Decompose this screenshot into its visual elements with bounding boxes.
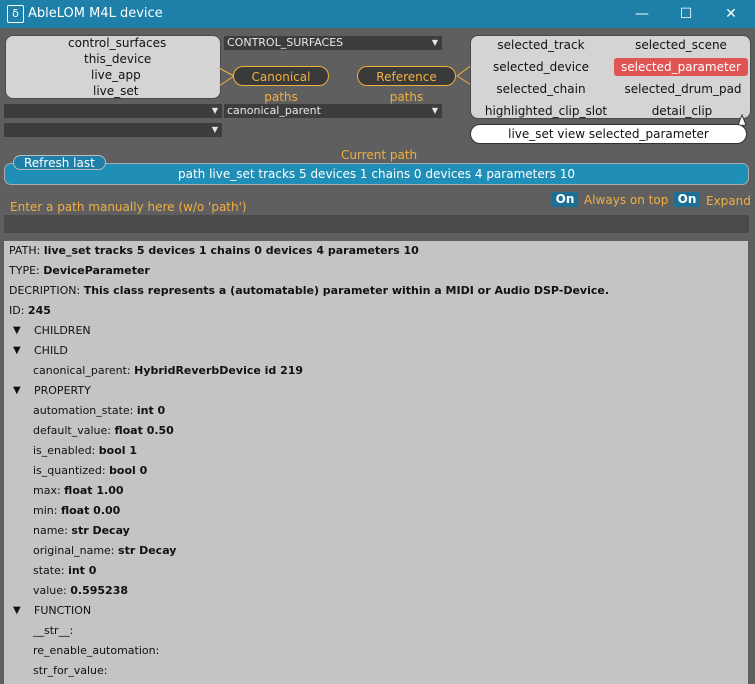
ref-selected-parameter[interactable]: selected_parameter <box>614 58 748 76</box>
section-property[interactable]: PROPERTY <box>34 384 91 397</box>
property-row[interactable]: is_enabled: bool 1 <box>33 444 137 457</box>
reference-paths-label: Reference paths <box>357 66 456 104</box>
info-description: DECRIPTION: This class represents a (aut… <box>9 284 610 297</box>
root-live-app[interactable]: live_app <box>91 68 141 82</box>
root-control-surfaces[interactable]: control_surfaces <box>68 36 166 50</box>
chevron-down-icon: ▼ <box>211 125 218 134</box>
chevron-down-icon: ▼ <box>431 38 438 47</box>
current-path-bar[interactable]: path live_set tracks 5 devices 1 chains … <box>4 163 749 185</box>
property-row[interactable]: original_name: str Decay <box>33 544 176 557</box>
section-children[interactable]: CHILDREN <box>34 324 91 337</box>
property-row[interactable]: automation_state: int 0 <box>33 404 165 417</box>
manual-path-hint: Enter a path manually here (w/o 'path') <box>10 200 247 214</box>
section-child[interactable]: CHILD <box>34 344 68 357</box>
expand-toggle[interactable]: On <box>674 192 700 207</box>
refresh-last-button[interactable]: Refresh last <box>13 155 106 170</box>
ref-selected-scene[interactable]: selected_scene <box>621 36 741 54</box>
manual-path-input[interactable] <box>4 215 749 233</box>
ref-highlighted-clip-slot[interactable]: highlighted_clip_slot <box>477 102 615 120</box>
canonical-roots-panel: control_surfaces this_device live_app li… <box>5 35 221 99</box>
function-row[interactable]: re_enable_automation: <box>33 644 159 657</box>
function-row[interactable]: __str__: <box>33 624 73 637</box>
property-row[interactable]: value: 0.595238 <box>33 584 128 597</box>
left-dropdown-1[interactable]: ▼ <box>4 104 222 118</box>
always-on-top-toggle[interactable]: On <box>552 192 578 207</box>
property-row[interactable]: state: int 0 <box>33 564 96 577</box>
child-canonical-parent[interactable]: canonical_parent: HybridReverbDevice id … <box>33 364 303 377</box>
property-row[interactable]: name: str Decay <box>33 524 130 537</box>
root-live-set[interactable]: live_set <box>93 84 139 98</box>
always-on-top-label: Always on top <box>584 193 669 207</box>
window-title: AbleLOM M4L device <box>28 6 163 21</box>
expand-label: Expand <box>706 194 751 208</box>
triangle-down-icon[interactable]: ▼ <box>13 325 21 336</box>
info-path: PATH: live_set tracks 5 devices 1 chains… <box>9 244 419 257</box>
property-row[interactable]: max: float 1.00 <box>33 484 124 497</box>
maximize-icon[interactable]: ☐ <box>676 4 696 24</box>
app-icon: ẟ <box>7 5 24 23</box>
root-this-device[interactable]: this_device <box>84 52 151 66</box>
left-dropdown-2[interactable]: ▼ <box>4 123 222 137</box>
minimize-icon[interactable]: — <box>632 4 652 24</box>
chevron-down-icon: ▼ <box>211 106 218 115</box>
ref-selected-device[interactable]: selected_device <box>481 58 601 76</box>
info-id: ID: 245 <box>9 304 51 317</box>
function-row[interactable]: str_for_value: <box>33 664 107 677</box>
property-row[interactable]: min: float 0.00 <box>33 504 120 517</box>
chevron-down-icon: ▼ <box>431 106 438 115</box>
property-row[interactable]: is_quantized: bool 0 <box>33 464 147 477</box>
ref-selected-chain[interactable]: selected_chain <box>481 80 601 98</box>
current-path-label: Current path <box>341 148 418 162</box>
ref-selected-track[interactable]: selected_track <box>481 36 601 54</box>
reference-path-output: live_set view selected_parameter <box>470 124 747 144</box>
ref-detail-clip[interactable]: detail_clip <box>635 102 729 120</box>
title-bar: ẟ AbleLOM M4L device — ☐ ✕ <box>0 0 755 28</box>
control-surfaces-dropdown[interactable]: CONTROL_SURFACES ▼ <box>224 36 442 50</box>
triangle-down-icon[interactable]: ▼ <box>13 345 21 356</box>
triangle-down-icon[interactable]: ▼ <box>13 385 21 396</box>
info-type: TYPE: DeviceParameter <box>9 264 150 277</box>
dropdown-value: CONTROL_SURFACES <box>227 36 344 49</box>
triangle-down-icon[interactable]: ▼ <box>13 605 21 616</box>
canonical-paths-label: Canonical paths <box>233 66 329 104</box>
property-row[interactable]: default_value: float 0.50 <box>33 424 174 437</box>
object-info-panel: PATH: live_set tracks 5 devices 1 chains… <box>4 241 748 684</box>
reference-paths-panel: selected_track selected_scene selected_d… <box>470 35 751 119</box>
close-icon[interactable]: ✕ <box>721 4 741 24</box>
ref-selected-drum-pad[interactable]: selected_drum_pad <box>619 80 747 98</box>
section-function[interactable]: FUNCTION <box>34 604 91 617</box>
